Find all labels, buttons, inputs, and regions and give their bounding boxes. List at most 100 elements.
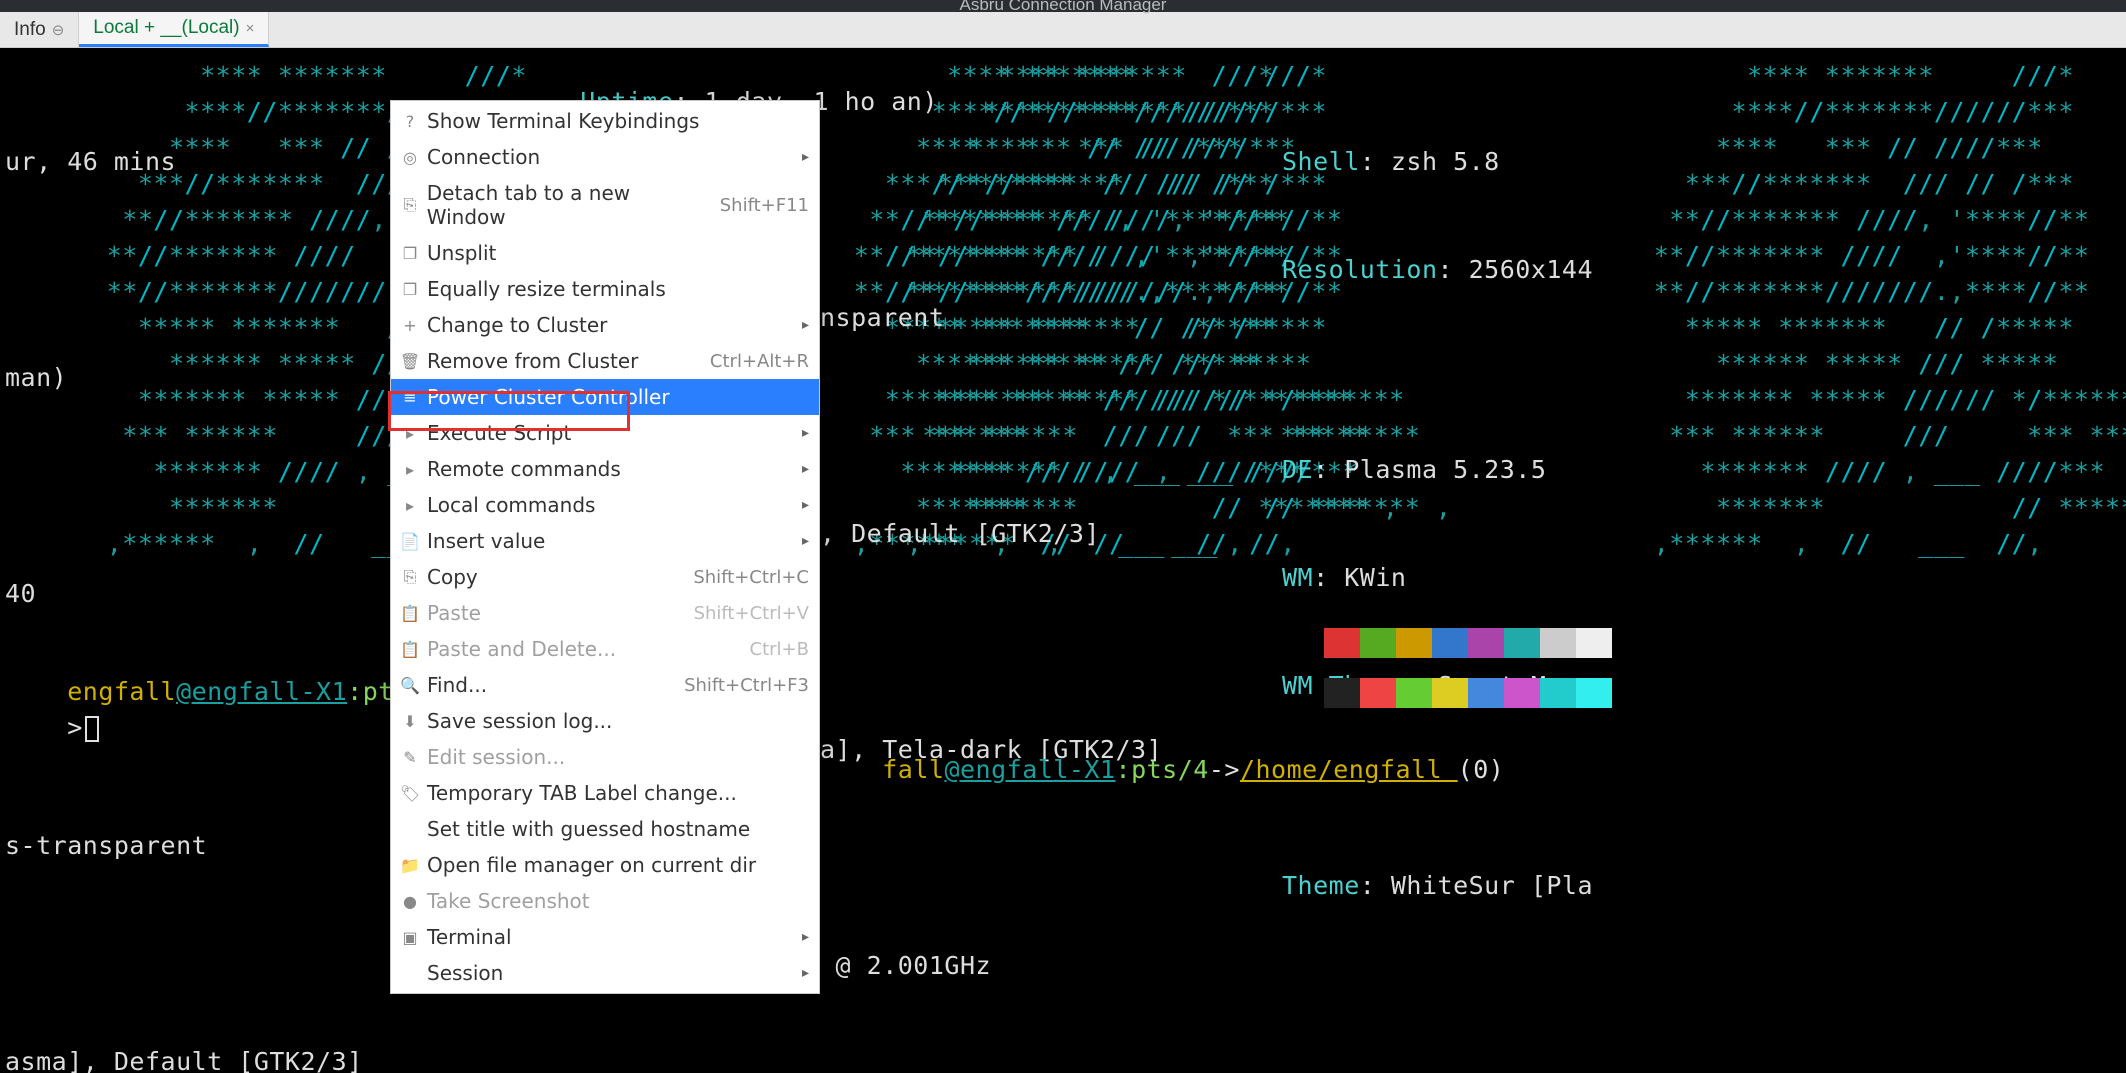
menu-label: Local commands	[427, 493, 595, 517]
menu-item-take-screenshot: ● Take Screenshot	[391, 883, 819, 919]
menu-icon: ≡	[401, 388, 419, 407]
menu-icon: ▸	[401, 460, 419, 479]
menu-icon: ✎	[401, 748, 419, 767]
menu-item-change-to-cluster[interactable]: +Change to Cluster▸	[391, 307, 819, 343]
color-swatch	[1324, 678, 1360, 708]
frag-line: 40	[5, 576, 440, 612]
menu-icon: ❐	[401, 244, 419, 263]
terminal-area[interactable]: **** ******* ///* **** ******* ///* ****…	[0, 48, 2126, 1073]
menu-icon: ?	[401, 112, 419, 131]
menu-icon: ▣	[401, 928, 419, 947]
prompt-left-2: >	[5, 674, 99, 782]
menu-icon: ◎	[401, 148, 419, 167]
frag-line: , Default [GTK2/3]	[820, 516, 1193, 552]
menu-item-remote-commands[interactable]: ▸Remote commands▸	[391, 451, 819, 487]
submenu-arrow-icon: ▸	[802, 929, 809, 945]
menu-item-unsplit[interactable]: ❐ Unsplit	[391, 235, 819, 271]
menu-label: Show Terminal Keybindings	[427, 109, 699, 133]
frag-line: s-transparent	[5, 828, 440, 864]
color-swatch	[1504, 678, 1540, 708]
menu-item-find[interactable]: 🔍Find...Shift+Ctrl+F3	[391, 667, 819, 703]
menu-item-temporary-tab-label-change[interactable]: 🏷 Temporary TAB Label change...	[391, 775, 819, 811]
menu-icon: 📁	[401, 856, 419, 875]
menu-item-detach-tab-to-a-new-window[interactable]: ⎘Detach tab to a new WindowShift+F11	[391, 175, 819, 235]
menu-shortcut: Ctrl+B	[750, 639, 809, 660]
menu-label: Set title with guessed hostname	[427, 817, 750, 841]
menu-item-save-session-log[interactable]: ⬇ Save session log...	[391, 703, 819, 739]
color-swatch	[1576, 678, 1612, 708]
frag-line: asma], Default [GTK2/3]	[5, 1044, 440, 1073]
close-icon[interactable]: ⊖	[52, 21, 65, 39]
color-swatch	[1432, 678, 1468, 708]
menu-item-remove-from-cluster[interactable]: 🗑Remove from ClusterCtrl+Alt+R	[391, 343, 819, 379]
menu-item-session[interactable]: Session▸	[391, 955, 819, 991]
menu-item-power-cluster-controller[interactable]: ≡ Power Cluster Controller	[391, 379, 819, 415]
menu-label: Copy	[427, 565, 478, 589]
menu-icon: ▸	[401, 424, 419, 443]
menu-item-open-file-manager-on-current-dir[interactable]: 📁 Open file manager on current dir	[391, 847, 819, 883]
menu-icon: ⬇	[401, 712, 419, 731]
tab-local[interactable]: Local + __(Local) ×	[79, 12, 269, 47]
menu-label: Change to Cluster	[427, 313, 607, 337]
menu-item-paste-and-delete: 📋 Paste and Delete... Ctrl+B	[391, 631, 819, 667]
tab-info[interactable]: Info ⊖	[0, 12, 79, 47]
frag-line: man)	[5, 360, 440, 396]
color-swatch	[1396, 678, 1432, 708]
menu-icon: 🏷	[401, 784, 419, 803]
menu-label: Save session log...	[427, 709, 612, 733]
menu-shortcut: Shift+F11	[720, 195, 809, 216]
menu-item-set-title-with-guessed-hostname[interactable]: Set title with guessed hostname	[391, 811, 819, 847]
menu-label: Insert value	[427, 529, 545, 553]
menu-shortcut: Shift+Ctrl+C	[693, 567, 809, 588]
menu-label: Paste	[427, 601, 481, 625]
frag-line: nsparent	[820, 300, 1193, 336]
menu-item-edit-session: ✎ Edit session...	[391, 739, 819, 775]
menu-item-terminal[interactable]: ▣ Terminal ▸	[391, 919, 819, 955]
menu-label: Remove from Cluster	[427, 349, 638, 373]
window-titlebar: Asbru Connection Manager	[0, 0, 2126, 12]
color-swatch	[1360, 678, 1396, 708]
menu-icon: 📋	[401, 640, 419, 659]
menu-label: Find...	[427, 673, 487, 697]
menu-item-copy[interactable]: ⎘CopyShift+Ctrl+C	[391, 559, 819, 595]
tab-bar: Info ⊖ Local + __(Local) ×	[0, 12, 2126, 48]
menu-label: Take Screenshot	[427, 889, 590, 913]
color-swatch	[1468, 678, 1504, 708]
menu-label: Unsplit	[427, 241, 496, 265]
menu-item-show-terminal-keybindings[interactable]: ? Show Terminal Keybindings	[391, 103, 819, 139]
menu-label: Session	[427, 961, 503, 985]
left-frag-col: ur, 46 mins man) 40 s-transparent asma],…	[5, 72, 440, 1073]
menu-label: Power Cluster Controller	[427, 385, 670, 409]
terminal-context-menu: ? Show Terminal Keybindings ◎ Connection ▸ ⎘D…	[390, 100, 820, 994]
menu-item-connection[interactable]: ◎ Connection ▸	[391, 139, 819, 175]
menu-label: Temporary TAB Label change...	[427, 781, 737, 805]
submenu-arrow-icon: ▸	[802, 461, 809, 477]
menu-icon: ▸	[401, 496, 419, 515]
close-icon[interactable]: ×	[246, 20, 255, 37]
menu-item-insert-value[interactable]: 📄 Insert value ▸	[391, 523, 819, 559]
menu-label: Paste and Delete...	[427, 637, 616, 661]
menu-icon: 📋	[401, 604, 419, 623]
menu-shortcut: Shift+Ctrl+V	[694, 603, 809, 624]
submenu-arrow-icon: ▸	[802, 149, 809, 165]
tab-info-label: Info	[14, 19, 46, 41]
menu-item-equally-resize-terminals[interactable]: ❐Equally resize terminals	[391, 271, 819, 307]
menu-icon: 📄	[401, 532, 419, 551]
menu-label: Equally resize terminals	[427, 277, 666, 301]
menu-label: Open file manager on current dir	[427, 853, 756, 877]
menu-item-execute-script[interactable]: ▸ Execute Script ▸	[391, 415, 819, 451]
submenu-arrow-icon: ▸	[802, 533, 809, 549]
menu-item-paste: 📋 Paste Shift+Ctrl+V	[391, 595, 819, 631]
prompt-right: fall@engfall-X1:pts/4->/home/engfall (0)	[820, 716, 1504, 824]
submenu-arrow-icon: ▸	[802, 425, 809, 441]
window-title: Asbru Connection Manager	[960, 0, 1167, 14]
menu-icon: 🗑	[401, 352, 419, 371]
menu-label: Execute Script	[427, 421, 571, 445]
menu-label: Edit session...	[427, 745, 565, 769]
menu-item-local-commands[interactable]: ▸ Local commands ▸	[391, 487, 819, 523]
mid-frag-col: nsparent , Default [GTK2/3] a], Tela-dar…	[820, 228, 1193, 1073]
menu-label: Connection	[427, 145, 540, 169]
menu-label: Terminal	[427, 925, 512, 949]
submenu-arrow-icon: ▸	[802, 497, 809, 513]
menu-icon: ●	[401, 892, 419, 911]
